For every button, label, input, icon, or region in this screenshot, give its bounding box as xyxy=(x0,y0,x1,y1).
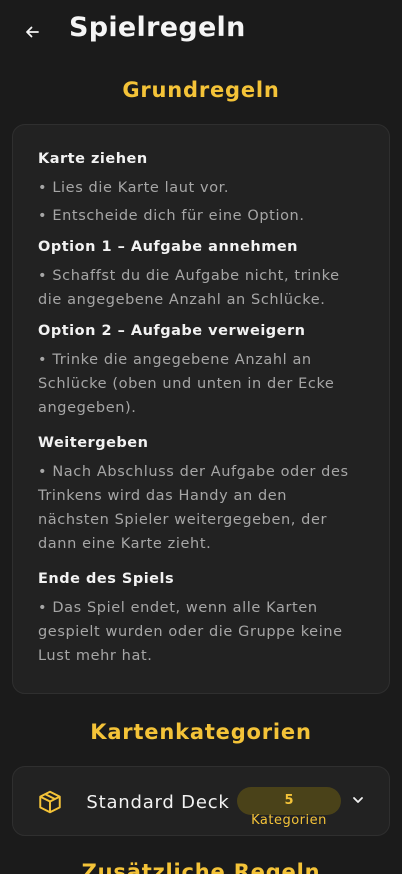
rule-heading-game-end: Ende des Spiels xyxy=(38,571,175,587)
rule-heading-option-2: Option 2 – Aufgabe verweigern xyxy=(38,323,306,339)
deck-name: Standard Deck xyxy=(86,792,230,813)
rule-text-pass-on: • Nach Abschluss der Aufgabe oder des Tr… xyxy=(38,464,349,552)
rule-heading-draw-card: Karte ziehen xyxy=(38,151,148,167)
rule-text-option-2: • Trinke die angegebene Anzahl an Schlüc… xyxy=(38,352,335,416)
package-icon xyxy=(39,790,61,814)
category-count: 5 xyxy=(284,793,294,808)
back-button[interactable] xyxy=(16,18,48,46)
rule-heading-option-1: Option 1 – Aufgabe annehmen xyxy=(38,239,299,255)
standard-deck-card[interactable]: Standard Deck 5 Kategorien xyxy=(12,766,390,836)
arrow-left-icon xyxy=(26,26,39,38)
card-categories-title: Kartenkategorien xyxy=(90,720,312,744)
rule-text-game-end: • Das Spiel endet, wenn alle Karten gesp… xyxy=(38,600,343,664)
chevron-down-icon[interactable] xyxy=(349,791,367,809)
rules-screen: Spielregeln Grundregeln Karte ziehen • L… xyxy=(0,0,402,874)
extra-rules-title: Zusätzliche Regeln xyxy=(81,860,321,874)
basic-rules-card: Karte ziehen • Lies die Karte laut vor. … xyxy=(12,124,390,694)
rule-text-draw-card-1: • Lies die Karte laut vor. xyxy=(38,180,230,196)
page-title: Spielregeln xyxy=(69,12,246,43)
basic-rules-title: Grundregeln xyxy=(122,78,280,102)
category-count-label: Kategorien xyxy=(251,813,327,828)
app-header: Spielregeln xyxy=(0,0,402,64)
rule-text-option-1: • Schaffst du die Aufgabe nicht, trinke … xyxy=(38,268,340,308)
rule-text-draw-card-2: • Entscheide dich für eine Option. xyxy=(38,208,305,224)
rule-heading-pass-on: Weitergeben xyxy=(38,435,149,451)
